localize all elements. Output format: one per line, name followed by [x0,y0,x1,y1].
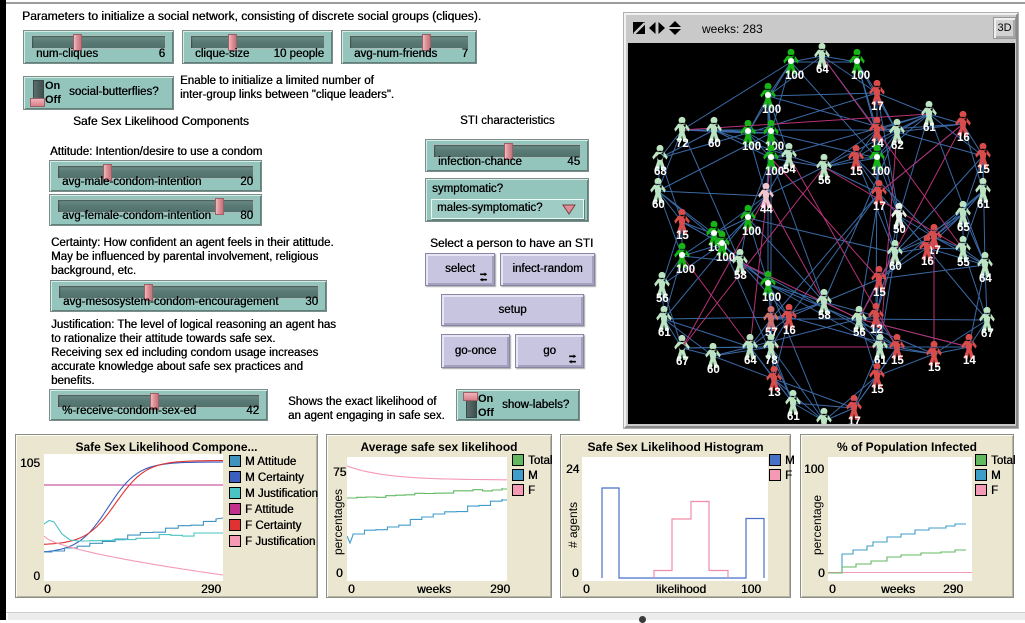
svg-text:61: 61 [658,327,671,339]
svg-text:15: 15 [850,166,863,178]
svg-text:16: 16 [783,325,796,337]
svg-text:61: 61 [787,411,800,423]
svg-text:15: 15 [891,355,904,367]
svg-text:15: 15 [928,362,941,374]
svg-text:100: 100 [851,70,870,82]
svg-text:64: 64 [816,64,829,76]
svg-text:100: 100 [765,166,784,178]
svg-text:13: 13 [768,387,781,399]
svg-text:64: 64 [744,355,757,367]
svg-text:56: 56 [656,293,669,305]
svg-text:100: 100 [785,70,804,82]
svg-text:17: 17 [848,416,861,424]
svg-text:17: 17 [873,201,886,213]
svg-text:16: 16 [921,256,934,268]
svg-text:60: 60 [708,138,721,150]
svg-text:67: 67 [981,328,994,340]
svg-text:58: 58 [734,270,747,282]
svg-text:65: 65 [957,222,970,234]
svg-text:61: 61 [923,122,936,134]
svg-text:64: 64 [979,273,992,285]
svg-text:15: 15 [977,164,990,176]
svg-text:100: 100 [871,166,890,178]
svg-text:50: 50 [893,224,906,236]
svg-text:72: 72 [676,138,689,150]
svg-text:60: 60 [707,364,720,376]
svg-text:100: 100 [762,292,781,304]
svg-text:14: 14 [963,355,976,367]
svg-text:17: 17 [871,101,884,113]
svg-text:67: 67 [676,356,689,368]
svg-text:100: 100 [716,252,735,264]
svg-text:78: 78 [765,355,778,367]
svg-text:62: 62 [891,140,904,152]
svg-text:56: 56 [818,175,831,187]
svg-text:55: 55 [957,257,970,269]
svg-text:58: 58 [818,310,831,322]
svg-text:100: 100 [742,226,761,238]
svg-text:54: 54 [783,164,796,176]
svg-text:68: 68 [654,166,667,178]
svg-text:100: 100 [742,141,761,153]
svg-text:16: 16 [957,132,970,144]
svg-text:60: 60 [889,261,902,273]
svg-text:56: 56 [853,327,866,339]
svg-text:100: 100 [762,104,781,116]
svg-text:15: 15 [676,230,689,242]
svg-text:61: 61 [977,199,990,211]
svg-text:60: 60 [652,199,665,211]
svg-text:100: 100 [676,264,695,276]
svg-text:15: 15 [871,384,884,396]
svg-text:44: 44 [760,204,773,216]
svg-text:15: 15 [873,287,886,299]
